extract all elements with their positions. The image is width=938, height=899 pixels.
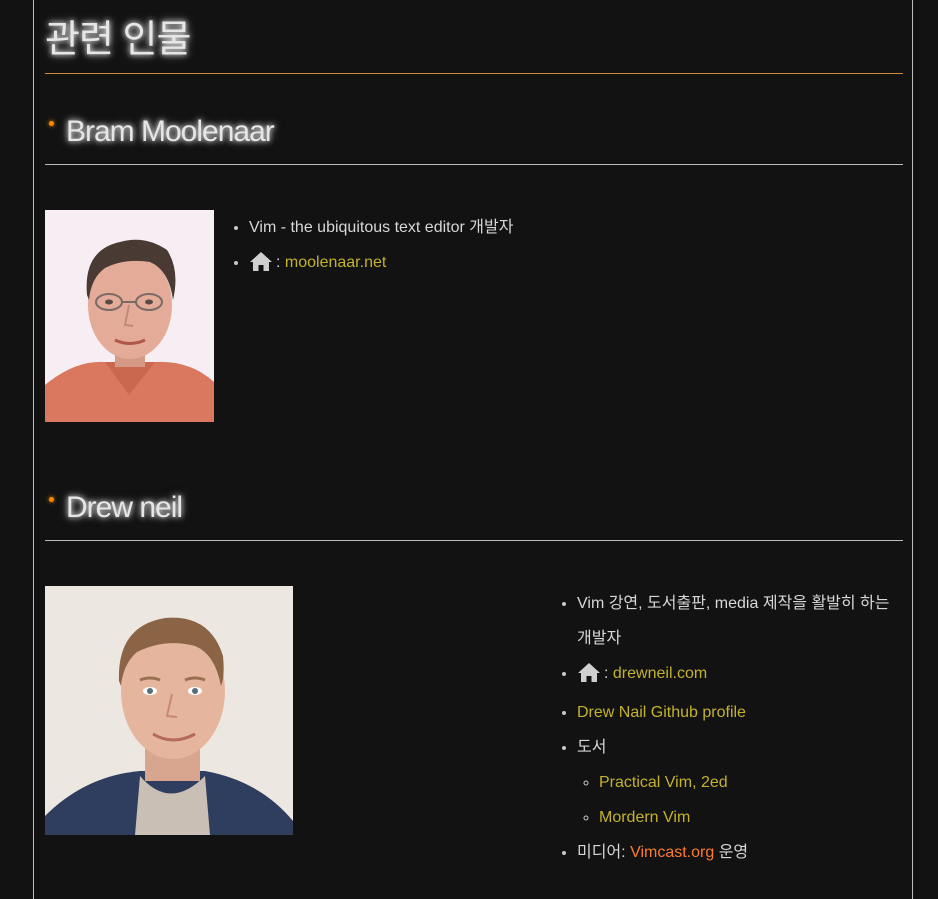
bullet-dot-icon <box>49 497 54 502</box>
section-divider <box>45 540 903 541</box>
media-suffix: 운영 <box>714 844 749 861</box>
list-item: Vim 강연, 도서출판, media 제작을 활발히 하는 개발자 <box>577 586 907 656</box>
drew-info-list: Vim 강연, 도서출판, media 제작을 활발히 하는 개발자 : dre… <box>557 586 907 870</box>
book-item: Mordern Vim <box>599 800 907 835</box>
drew-github-link[interactable]: Drew Nail Github profile <box>577 704 746 721</box>
home-icon <box>249 249 273 284</box>
bram-description: Vim - the ubiquitous text editor 개발자 <box>249 219 514 236</box>
books-label: 도서 <box>577 739 607 756</box>
list-item: : moolenaar.net <box>249 245 513 284</box>
bram-homepage-link[interactable]: moolenaar.net <box>285 254 386 271</box>
book-link-practical-vim[interactable]: Practical Vim, 2ed <box>599 774 728 791</box>
list-item: 도서 Practical Vim, 2ed Mordern Vim <box>577 730 907 835</box>
list-item: Vim - the ubiquitous text editor 개발자 <box>249 210 513 245</box>
home-icon <box>577 660 601 695</box>
bram-info-list: Vim - the ubiquitous text editor 개발자 : m… <box>229 210 513 284</box>
book-link-modern-vim[interactable]: Mordern Vim <box>599 809 690 826</box>
vimcast-link[interactable]: Vimcast.org <box>630 844 714 861</box>
title-divider <box>45 73 903 74</box>
book-item: Practical Vim, 2ed <box>599 765 907 800</box>
drew-description: Vim 강연, 도서출판, media 제작을 활발히 하는 개발자 <box>577 595 890 647</box>
bram-photo <box>45 210 214 422</box>
list-item: : drewneil.com <box>577 656 907 695</box>
page-title: 관련 인물 <box>45 19 191 61</box>
home-prefix: : <box>604 665 609 682</box>
drew-photo <box>45 586 293 835</box>
section-divider <box>45 164 903 165</box>
home-prefix: : <box>276 254 281 271</box>
person-name: Bram Moolenaar <box>66 115 275 148</box>
list-item: Drew Nail Github profile <box>577 695 907 730</box>
list-item: 미디어: Vimcast.org 운영 <box>577 835 907 870</box>
person-heading-drew: Drew neil <box>45 491 183 525</box>
person-heading-bram: Bram Moolenaar <box>45 115 275 149</box>
person-name: Drew neil <box>66 491 183 524</box>
media-label: 미디어: <box>577 844 631 861</box>
bullet-dot-icon <box>49 121 54 126</box>
drew-homepage-link[interactable]: drewneil.com <box>613 665 707 682</box>
books-list: Practical Vim, 2ed Mordern Vim <box>577 765 907 835</box>
